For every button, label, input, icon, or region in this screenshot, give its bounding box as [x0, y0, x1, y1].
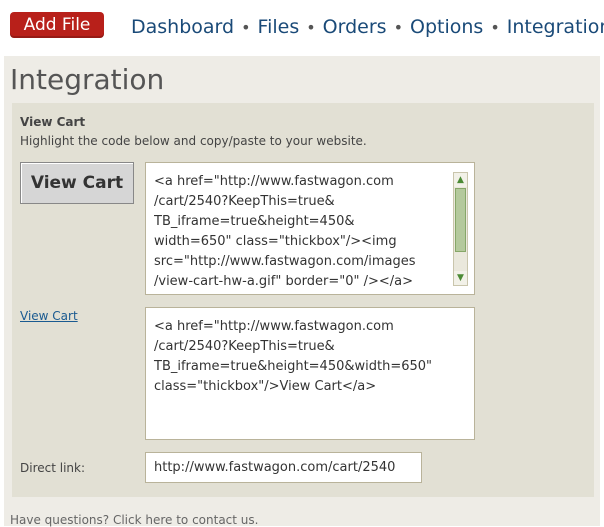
add-file-button[interactable]: Add File: [10, 12, 104, 38]
link-code-textarea[interactable]: <a href="http://www.fastwagon.com /cart/…: [145, 307, 475, 440]
footer-text: Have questions? Click here to contact us…: [10, 513, 259, 527]
nav-files[interactable]: Files: [258, 16, 300, 38]
view-cart-link-preview[interactable]: View Cart: [20, 309, 78, 323]
button-code-textarea[interactable]: <a href="http://www.fastwagon.com /cart/…: [145, 162, 475, 295]
nav-options[interactable]: Options: [410, 16, 483, 38]
view-cart-button-preview[interactable]: View Cart: [20, 162, 134, 204]
nav-separator: •: [306, 17, 316, 37]
nav-separator: •: [490, 17, 500, 37]
main-nav: Dashboard • Files • Orders • Options • I…: [131, 14, 604, 40]
direct-link-input[interactable]: http://www.fastwagon.com/cart/2540: [145, 452, 422, 483]
section-description: Highlight the code below and copy/paste …: [20, 134, 367, 148]
nav-dashboard[interactable]: Dashboard: [131, 16, 234, 38]
direct-link-label: Direct link:: [20, 461, 86, 475]
nav-orders[interactable]: Orders: [323, 16, 387, 38]
nav-separator: •: [393, 17, 404, 37]
nav-separator: •: [241, 17, 251, 37]
nav-integration[interactable]: Integration: [507, 16, 604, 38]
vertical-scrollbar[interactable]: ▲ ▼: [453, 172, 468, 286]
page-title: Integration: [10, 63, 165, 96]
top-bar: Add File Dashboard • Files • Orders • Op…: [0, 0, 604, 52]
scroll-down-arrow-icon[interactable]: ▼: [454, 271, 467, 285]
scroll-up-arrow-icon[interactable]: ▲: [454, 173, 467, 187]
link-code-text: <a href="http://www.fastwagon.com /cart/…: [154, 319, 433, 394]
button-code-text: <a href="http://www.fastwagon.com /cart/…: [154, 174, 416, 289]
section-title: View Cart: [20, 115, 86, 129]
scrollbar-thumb[interactable]: [455, 188, 466, 252]
